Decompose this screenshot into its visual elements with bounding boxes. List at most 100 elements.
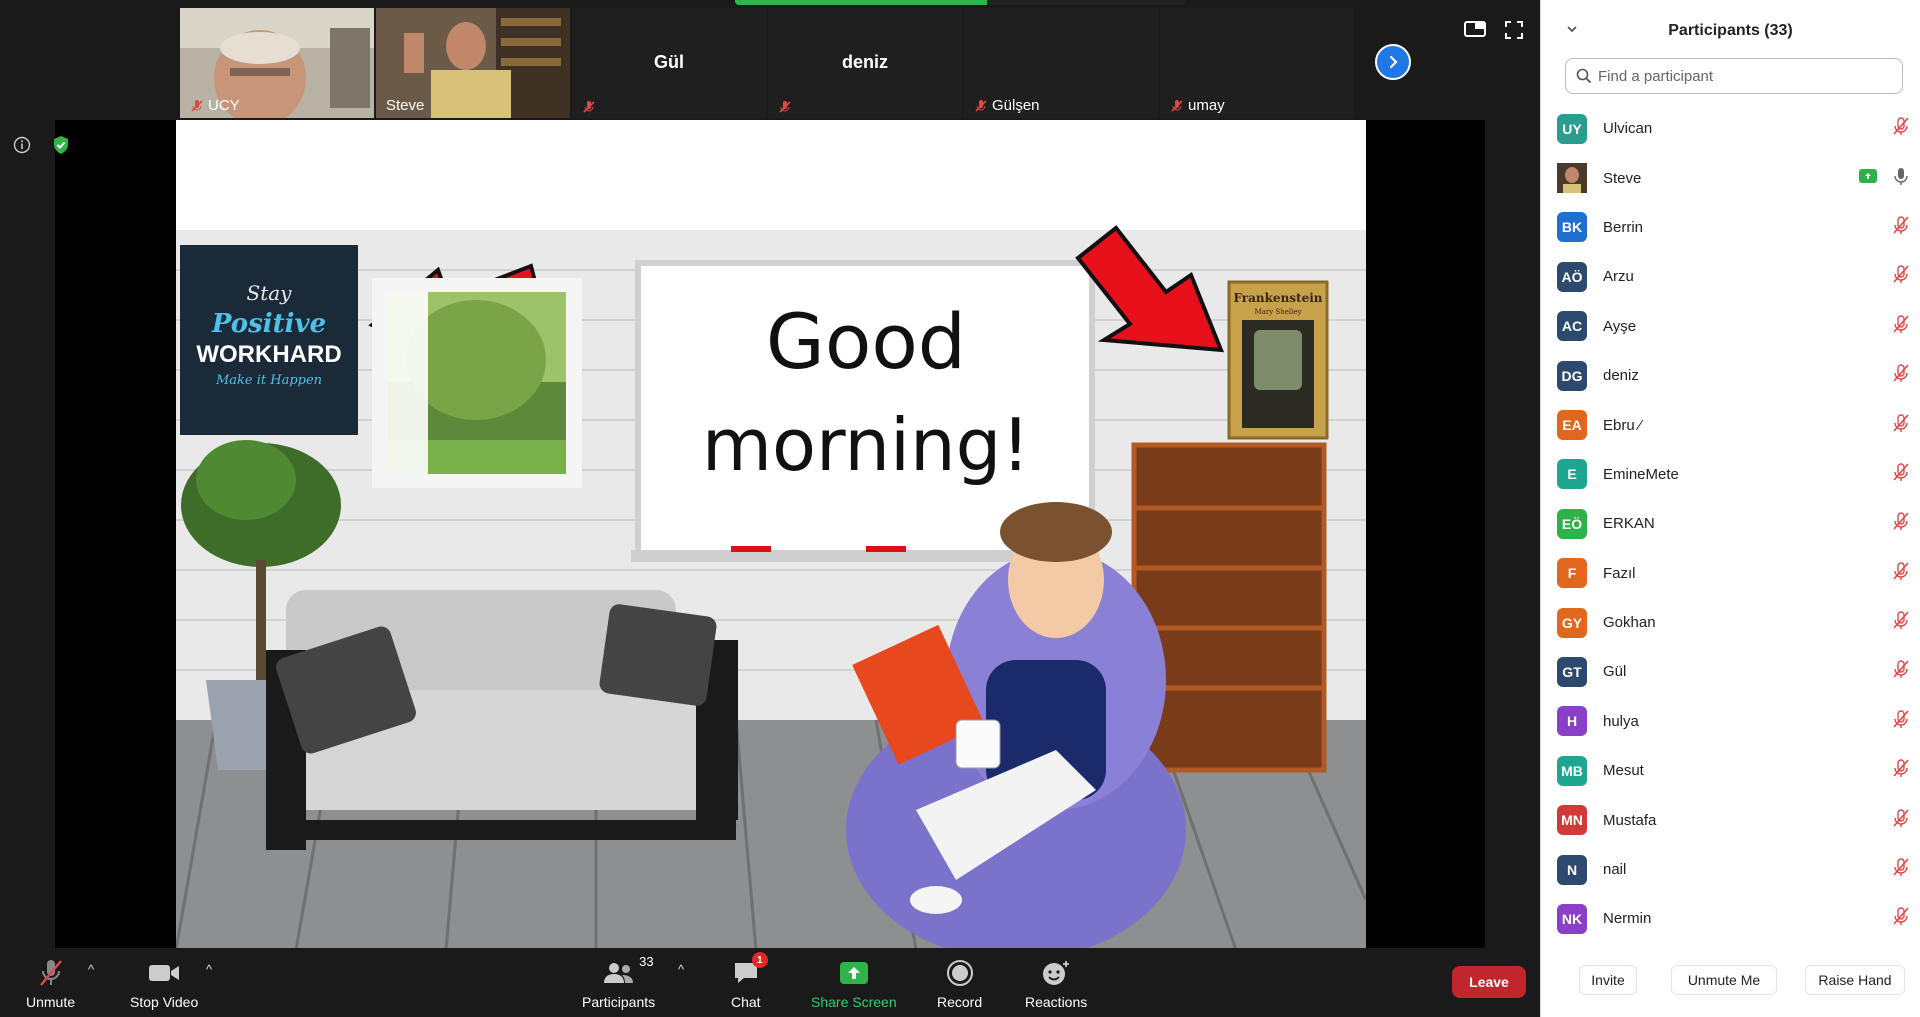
- mic-muted-icon: [1893, 265, 1909, 284]
- thumbnail-label: Steve: [386, 97, 424, 114]
- participant-row[interactable]: DG deniz: [1541, 351, 1920, 400]
- mic-muted-icon: [1893, 710, 1909, 728]
- participant-search[interactable]: [1565, 58, 1903, 94]
- thumbnail-label: UCY: [190, 97, 240, 114]
- poster-text-workhard: WORKHARD: [196, 341, 341, 368]
- mic-on-indicator[interactable]: [1893, 166, 1909, 191]
- unmute-button[interactable]: Unmute: [26, 956, 75, 1010]
- leave-button[interactable]: Leave: [1452, 966, 1526, 998]
- thumbnail-deniz[interactable]: deniz: [768, 8, 962, 118]
- mic-muted-indicator[interactable]: [1893, 511, 1909, 536]
- participant-row[interactable]: Nnail: [1541, 845, 1920, 894]
- mic-muted-indicator[interactable]: [1893, 413, 1909, 438]
- audio-options-caret[interactable]: ^: [88, 962, 94, 977]
- mic-muted-icon: [1893, 364, 1909, 383]
- panel-header: Participants (33): [1541, 0, 1920, 62]
- participant-row[interactable]: AÖ Arzu: [1541, 252, 1920, 301]
- participants-button[interactable]: 33 Participants: [582, 954, 655, 1010]
- participant-row[interactable]: F Fazıl: [1541, 549, 1920, 598]
- participant-row[interactable]: MN Mustafa: [1541, 795, 1920, 844]
- thumbnail-label: umay: [1170, 97, 1225, 114]
- mic-muted-indicator[interactable]: [1893, 462, 1909, 487]
- mic-muted-indicator[interactable]: [1893, 561, 1909, 586]
- participant-row[interactable]: GT Gül: [1541, 647, 1920, 696]
- participant-row[interactable]: UY Ulvican: [1541, 104, 1920, 153]
- participant-name: ERKAN: [1603, 515, 1655, 533]
- mic-muted-indicator[interactable]: [1893, 610, 1909, 635]
- record-icon: [946, 960, 973, 986]
- thumbnail-steve[interactable]: Steve: [376, 8, 570, 118]
- thumbnail-gul[interactable]: Gül: [572, 8, 766, 118]
- mic-muted-indicator[interactable]: [1893, 215, 1909, 240]
- participant-name: Ulvican: [1603, 120, 1653, 138]
- mic-muted-indicator[interactable]: [1893, 857, 1909, 882]
- reactions-label: Reactions: [1025, 994, 1088, 1010]
- chevron-right-icon: [1389, 55, 1398, 69]
- participant-row[interactable]: Steve: [1541, 153, 1920, 202]
- whiteboard-text-line2: morning!: [702, 403, 1030, 487]
- mic-muted-indicator[interactable]: [1893, 758, 1909, 783]
- panel-title: Participants (33): [1668, 22, 1793, 39]
- search-input[interactable]: [1598, 67, 1878, 85]
- share-screen-button[interactable]: Share Screen: [811, 956, 897, 1010]
- screen-share-icon: [1859, 169, 1877, 184]
- participant-row[interactable]: NK Nermin: [1541, 894, 1920, 943]
- unmute-me-button[interactable]: Unmute Me: [1671, 965, 1777, 995]
- share-screen-label: Share Screen: [811, 994, 897, 1010]
- stop-video-label: Stop Video: [130, 994, 199, 1010]
- participant-row[interactable]: E EmineMete: [1541, 450, 1920, 499]
- participant-name: Mesut: [1603, 762, 1644, 780]
- participants-list: UY Ulvican Steve BK Berrin AÖ Arzu AC Ayşe DG den…: [1541, 104, 1920, 944]
- participant-row[interactable]: GY Gokhan: [1541, 598, 1920, 647]
- thumbnail-umay[interactable]: umay: [1160, 8, 1354, 118]
- invite-button[interactable]: Invite: [1579, 965, 1637, 995]
- record-label: Record: [937, 994, 983, 1010]
- whiteboard-text-line1: Good: [766, 297, 966, 386]
- meeting-area: UCY Steve Gül deniz Gülşen umay Stay Pos…: [0, 0, 1540, 1017]
- meeting-toolbar: Unmute ^ Stop Video ^ 33 Participants ^ …: [0, 948, 1540, 1017]
- thumbnail-center-name: Gül: [654, 52, 684, 72]
- shield-check-icon[interactable]: [50, 134, 72, 156]
- mic-muted-icon: [1893, 413, 1909, 432]
- mic-muted-icon: [1893, 808, 1909, 827]
- raise-hand-button[interactable]: Raise Hand: [1805, 965, 1905, 995]
- reactions-button[interactable]: Reactions: [1025, 956, 1087, 1010]
- participant-row[interactable]: Hhulya: [1541, 697, 1920, 746]
- thumbnail-center-name: deniz: [841, 52, 888, 72]
- mic-muted-indicator[interactable]: [1893, 808, 1909, 833]
- participant-row[interactable]: MB Mesut: [1541, 746, 1920, 795]
- participant-row[interactable]: BK Berrin: [1541, 203, 1920, 252]
- mic-muted-indicator[interactable]: [1893, 906, 1909, 931]
- participant-row[interactable]: AC Ayşe: [1541, 302, 1920, 351]
- participants-options-caret[interactable]: ^: [678, 962, 684, 977]
- mic-muted-icon: [39, 960, 62, 986]
- mic-muted-indicator[interactable]: [1893, 314, 1909, 339]
- participant-name: Gül: [1603, 663, 1627, 681]
- thumbnail-ucy[interactable]: UCY: [180, 8, 374, 118]
- view-toggle-icon[interactable]: [1464, 20, 1486, 38]
- next-page-button[interactable]: [1375, 44, 1411, 80]
- info-icon[interactable]: [13, 136, 31, 154]
- mic-muted-indicator[interactable]: [1893, 116, 1909, 141]
- mic-muted-indicator[interactable]: [1893, 264, 1909, 289]
- mic-muted-indicator[interactable]: [1893, 709, 1909, 734]
- mic-muted-indicator[interactable]: [1893, 363, 1909, 388]
- chat-button[interactable]: 1 Chat: [731, 952, 768, 1010]
- thumbnail-gulsen[interactable]: Gülşen: [964, 8, 1158, 118]
- mic-muted-icon: [1893, 117, 1909, 136]
- video-options-caret[interactable]: ^: [206, 962, 212, 977]
- fullscreen-icon[interactable]: [1504, 20, 1524, 40]
- video-camera-icon: [149, 965, 180, 981]
- participant-row[interactable]: EÖ ERKAN: [1541, 499, 1920, 548]
- record-button[interactable]: Record: [937, 956, 982, 1010]
- participant-row[interactable]: EA Ebru ⁄: [1541, 400, 1920, 449]
- participant-name: nail: [1603, 861, 1627, 879]
- mic-muted-indicator[interactable]: [1893, 659, 1909, 684]
- stop-video-button[interactable]: Stop Video: [130, 956, 198, 1010]
- participant-name: deniz: [1603, 367, 1639, 385]
- participant-name: Berrin: [1603, 218, 1644, 236]
- avatar: EA: [1557, 410, 1587, 441]
- mic-muted-icon: [1171, 99, 1183, 112]
- mic-muted-icon: [1893, 315, 1909, 333]
- chat-label: Chat: [731, 994, 761, 1010]
